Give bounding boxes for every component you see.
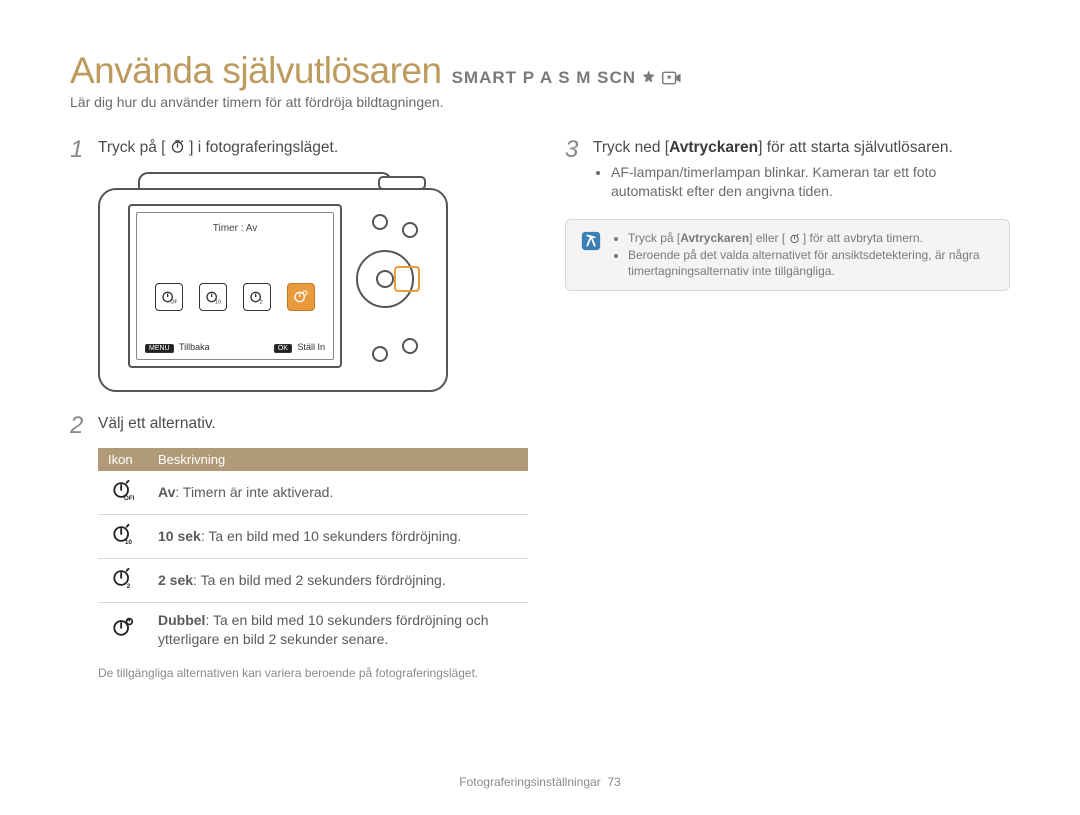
- ok-key-icon: OK: [274, 344, 292, 353]
- camera-screen-title: Timer : Av: [137, 223, 333, 234]
- footer-section: Fotograferingsinställningar: [459, 775, 600, 789]
- step-1: 1 Tryck på [ ] i fotograferingsläget.: [70, 138, 515, 162]
- row-bold: Dubbel: [158, 612, 205, 628]
- step3-bold: Avtryckaren: [669, 139, 758, 156]
- step-number: 1: [70, 138, 88, 162]
- camera-illustration: Timer : Av OFF 10 2: [98, 172, 515, 392]
- info-box: Tryck på [Avtryckaren] eller [ ] för att…: [565, 219, 1010, 291]
- timer-icon: [789, 233, 800, 244]
- camera-dpad-highlight: [394, 266, 420, 292]
- step-2: 2 Välj ett alternativ.: [70, 414, 515, 438]
- step1-post: ] i fotograferingsläget.: [189, 139, 338, 156]
- table-row: 2 2 sek: Ta en bild med 2 sekunders förd…: [98, 558, 528, 602]
- step-number: 3: [565, 138, 583, 201]
- row-text: : Timern är inte aktiverad.: [175, 484, 333, 500]
- options-table: Ikon Beskrivning OFF Av: Timern är inte …: [98, 448, 528, 656]
- camera-set: OK Ställ In: [274, 342, 325, 353]
- manual-page: Använda självutlösaren SMART P A S M SCN…: [0, 0, 1080, 815]
- page-title: Använda självutlösaren: [70, 50, 442, 92]
- step-3: 3 Tryck ned [Avtryckaren] för att starta…: [565, 138, 1010, 201]
- camera-option-off: OFF: [155, 283, 183, 311]
- row-bold: 10 sek: [158, 528, 201, 544]
- table-cell: 2 sek: Ta en bild med 2 sekunders fördrö…: [148, 558, 528, 602]
- step3-pre: Tryck ned [: [593, 139, 669, 156]
- timer-off-icon: OFF: [98, 471, 148, 514]
- step-text: Tryck ned [Avtryckaren] för att starta s…: [593, 138, 1010, 201]
- row-text: : Ta en bild med 10 sekunders fördröjnin…: [201, 528, 461, 544]
- info1-post: ] för att avbryta timern.: [803, 231, 923, 245]
- table-cell: Dubbel: Ta en bild med 10 sekunders förd…: [148, 602, 528, 656]
- camera-option-double: [287, 283, 315, 311]
- table-header-icon: Ikon: [98, 448, 148, 471]
- camera-back: MENU Tillbaka: [145, 342, 210, 353]
- svg-text:2: 2: [127, 583, 131, 589]
- table-row: 10 10 sek: Ta en bild med 10 sekunders f…: [98, 514, 528, 558]
- step-number: 2: [70, 414, 88, 438]
- step1-pre: Tryck på [: [98, 139, 165, 156]
- footer-page-number: 73: [607, 775, 620, 789]
- step-text: Tryck på [ ] i fotograferingsläget.: [98, 138, 338, 162]
- step3-bullet: AF-lampan/timerlampan blinkar. Kameran t…: [611, 163, 1010, 201]
- right-column: 3 Tryck ned [Avtryckaren] för att starta…: [565, 138, 1010, 680]
- timer-icon: [170, 139, 185, 154]
- svg-text:2: 2: [260, 300, 263, 305]
- star-filled-icon: [641, 70, 657, 86]
- timer-10-icon: 10: [98, 514, 148, 558]
- timer-2-icon: 2: [98, 558, 148, 602]
- page-title-row: Använda självutlösaren SMART P A S M SCN: [70, 50, 1010, 92]
- info1-mid: ] eller [: [749, 231, 785, 245]
- step-text: Välj ett alternativ.: [98, 414, 216, 438]
- info-line-2: Beroende på det valda alternativet för a…: [628, 247, 995, 281]
- row-text: : Ta en bild med 2 sekunders fördröjning…: [193, 572, 446, 588]
- row-text: : Ta en bild med 10 sekunders fördröjnin…: [158, 612, 488, 647]
- info1-bold: Avtryckaren: [680, 231, 749, 245]
- camera-option-2s: 2: [243, 283, 271, 311]
- timer-double-icon: [98, 602, 148, 656]
- video-star-icon: [662, 71, 682, 85]
- info-line-1: Tryck på [Avtryckaren] eller [ ] för att…: [628, 230, 995, 247]
- info1-pre: Tryck på [: [628, 231, 680, 245]
- menu-key-icon: MENU: [145, 344, 174, 353]
- camera-set-label: Ställ In: [297, 342, 325, 352]
- camera-option-10s: 10: [199, 283, 227, 311]
- svg-text:10: 10: [125, 539, 133, 545]
- left-column: 1 Tryck på [ ] i fotograferingsläget.: [70, 138, 515, 680]
- svg-text:10: 10: [215, 300, 221, 305]
- page-footer: Fotograferingsinställningar 73: [0, 775, 1080, 789]
- camera-back-label: Tillbaka: [179, 342, 210, 352]
- table-cell: Av: Timern är inte aktiverad.: [148, 471, 528, 514]
- table-cell: 10 sek: Ta en bild med 10 sekunders förd…: [148, 514, 528, 558]
- info-content: Tryck på [Avtryckaren] eller [ ] för att…: [614, 230, 995, 280]
- page-subtitle: Lär dig hur du använder timern för att f…: [70, 94, 1010, 110]
- content-columns: 1 Tryck på [ ] i fotograferingsläget.: [70, 138, 1010, 680]
- table-footnote: De tillgängliga alternativen kan variera…: [98, 666, 515, 680]
- table-row: Dubbel: Ta en bild med 10 sekunders förd…: [98, 602, 528, 656]
- table-row: OFF Av: Timern är inte aktiverad.: [98, 471, 528, 514]
- info-icon: [580, 230, 604, 280]
- table-header-desc: Beskrivning: [148, 448, 528, 471]
- step3-post: ] för att starta självutlösaren.: [758, 139, 953, 156]
- row-bold: 2 sek: [158, 572, 193, 588]
- camera-option-row: OFF 10 2: [147, 283, 323, 311]
- mode-list: SMART P A S M SCN: [452, 68, 683, 88]
- svg-text:OFF: OFF: [170, 300, 177, 305]
- row-bold: Av: [158, 484, 175, 500]
- mode-text: SMART P A S M SCN: [452, 68, 637, 88]
- svg-text:OFF: OFF: [124, 495, 134, 501]
